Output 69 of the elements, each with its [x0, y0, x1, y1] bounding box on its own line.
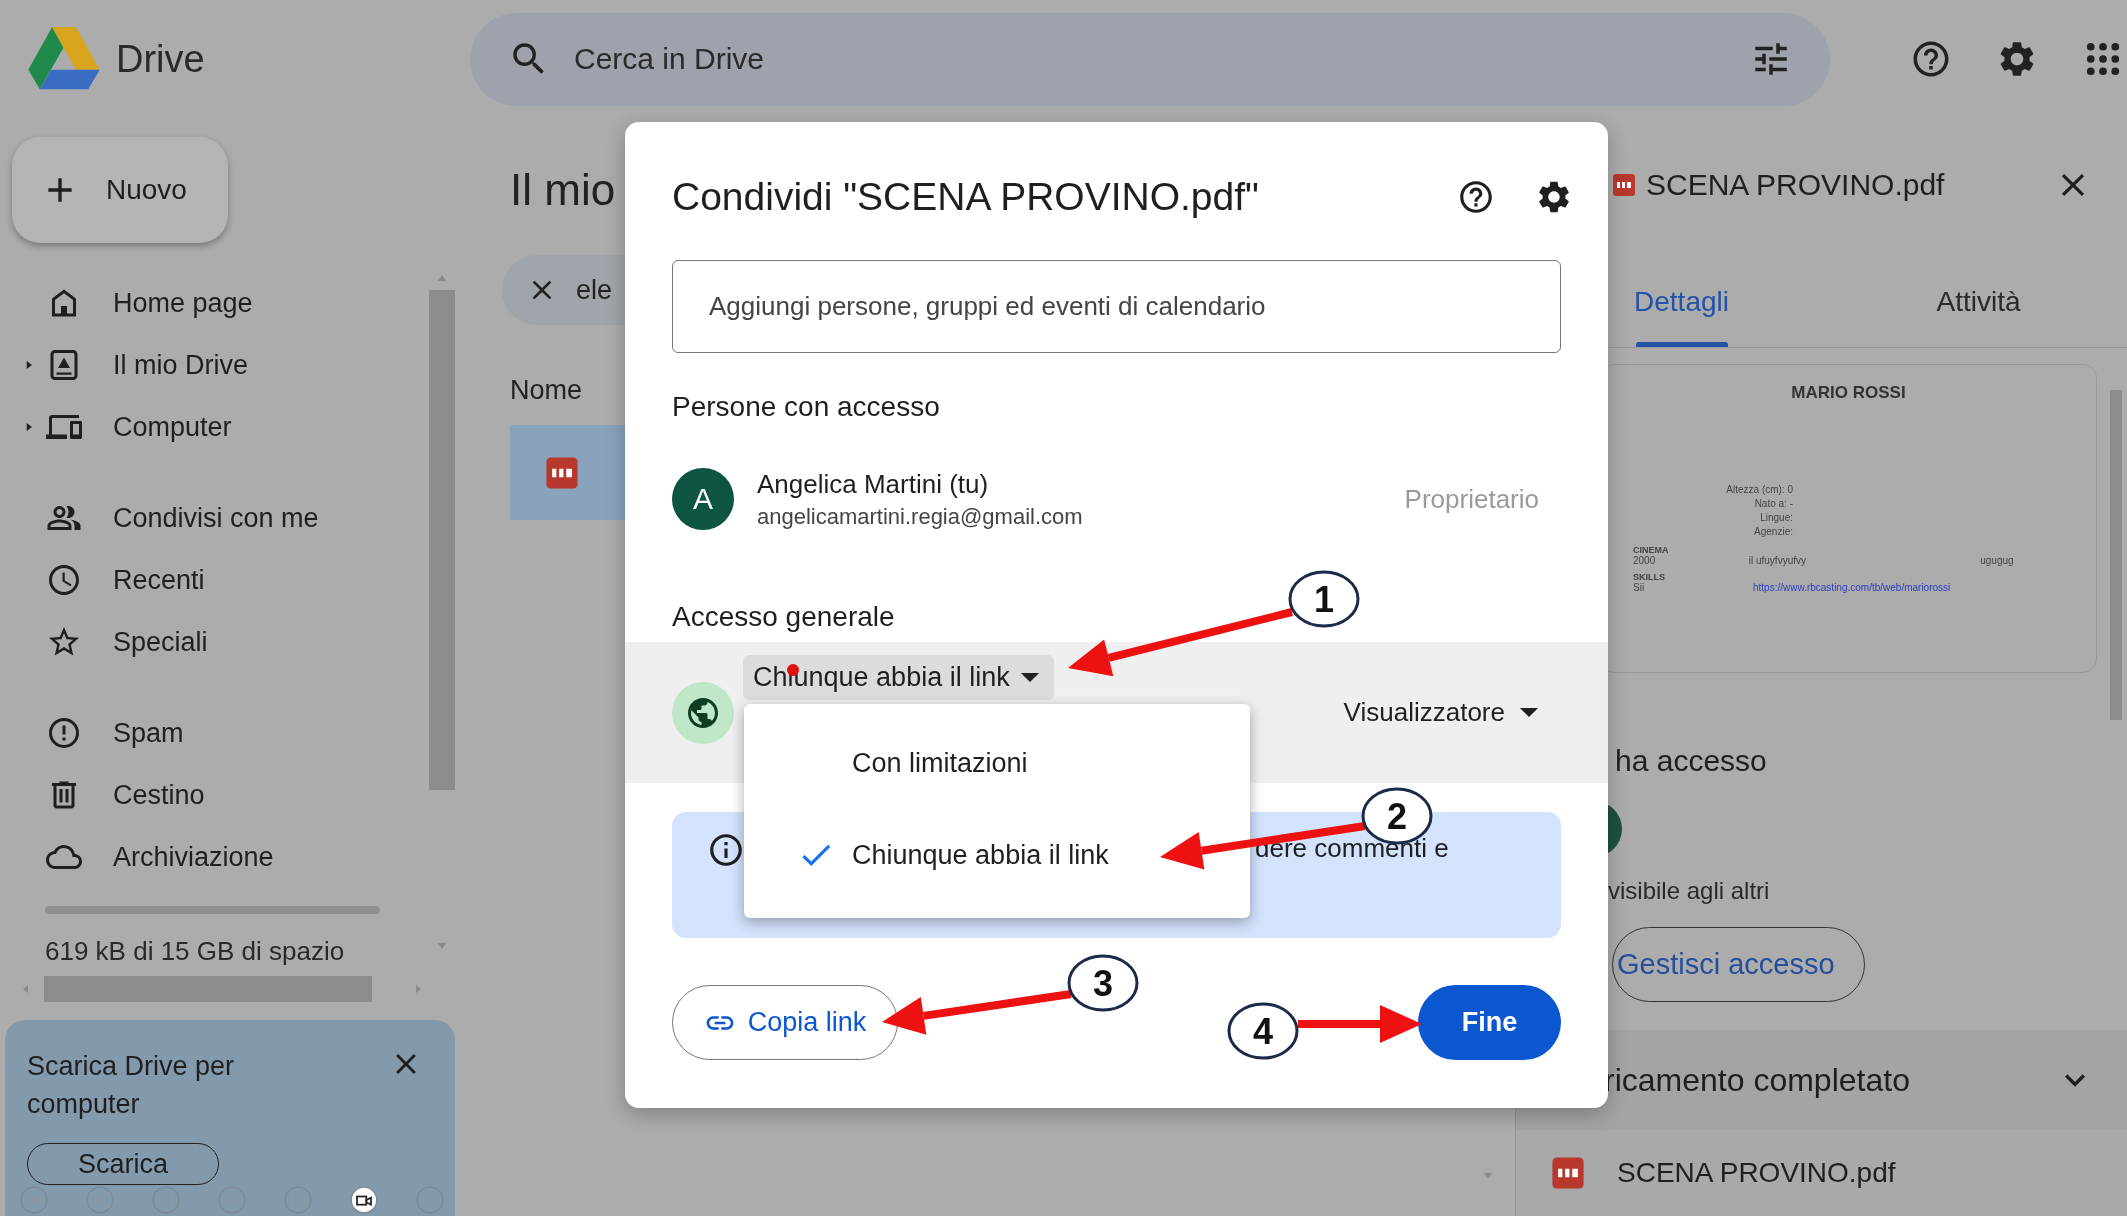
nav-item[interactable]: Home page — [46, 285, 253, 321]
document-field: Agenzie: — [1754, 525, 1793, 539]
alert-icon — [46, 715, 82, 751]
caret-icon — [1519, 707, 1539, 718]
nav-item[interactable]: Cestino — [46, 777, 205, 813]
banner-text: Scarica Drive per computer — [27, 1050, 236, 1121]
chip-label: ele — [576, 274, 613, 306]
document-cell: ugugug — [1980, 555, 2014, 566]
tab[interactable]: Attività — [1830, 260, 2127, 347]
nav-item[interactable]: Recenti — [46, 562, 205, 598]
document-cell: Sii — [1633, 582, 1645, 593]
storage-text: 619 kB di 15 GB di spazio — [45, 936, 346, 967]
layout-icon[interactable] — [152, 1186, 180, 1214]
pen-icon[interactable] — [86, 1186, 114, 1214]
help-icon[interactable] — [1457, 178, 1495, 216]
pdf-file-icon — [545, 455, 579, 490]
section-heading: CINEMA — [1633, 545, 1670, 555]
upload-row[interactable]: SCENA PROVINO.pdf — [1516, 1130, 2127, 1216]
avatar: A — [672, 468, 734, 530]
new-button[interactable]: Nuovo — [12, 137, 228, 243]
nav-item[interactable]: Spam — [46, 715, 184, 751]
person-name: Angelica Martini (tu) — [757, 468, 990, 500]
app-name: Drive — [116, 37, 205, 81]
scrollbar[interactable] — [429, 290, 455, 790]
section-heading: Accesso generale — [672, 600, 896, 634]
section-heading: SKILLS — [1633, 572, 1666, 582]
section-heading: ha accesso — [1615, 743, 1768, 779]
menu-item[interactable]: Con limitazioni — [744, 717, 1250, 809]
document-field: Nato a: - — [1754, 497, 1793, 511]
number-badge: 1 — [1288, 570, 1360, 628]
number-badge: 3 — [1067, 954, 1139, 1012]
nav-item[interactable]: Speciali — [46, 624, 208, 660]
drive-logo-icon[interactable] — [28, 27, 100, 91]
search-input[interactable]: Cerca in Drive — [572, 41, 1728, 77]
page-title: Il mio — [510, 166, 616, 214]
nav-item[interactable]: Condivisi con me — [46, 500, 319, 536]
info-icon — [707, 831, 745, 869]
document-field: Lingue: — [1760, 511, 1793, 525]
video-camera-icon[interactable] — [350, 1186, 378, 1214]
caret-icon — [1019, 672, 1040, 683]
nav-item[interactable]: Il mio Drive — [46, 347, 248, 383]
done-button[interactable]: Fine — [1418, 985, 1561, 1060]
menu-item[interactable]: Chiunque abbia il link — [744, 809, 1250, 901]
file-title: SCENA PROVINO.pdf — [1646, 168, 1946, 202]
nav-item[interactable]: Archiviazione — [46, 839, 274, 875]
person-role: Proprietario — [1404, 483, 1539, 515]
clock-icon — [46, 562, 82, 598]
marker-dot — [787, 664, 799, 676]
search-bar[interactable]: Cerca in Drive — [470, 12, 1830, 106]
visibility-note: visibile agli altri — [1608, 877, 1771, 905]
section-heading: Persone con accesso — [672, 390, 941, 424]
dialog-title: Condividi "SCENA PROVINO.pdf" — [672, 175, 1260, 219]
upload-status: ricamento completato — [1604, 1061, 1911, 1099]
access-dropdown[interactable]: Chiunque abbia il link — [743, 655, 1054, 700]
copy-link-button[interactable]: Copia link — [672, 985, 898, 1060]
role-dropdown[interactable]: Visualizzatore — [1343, 697, 1539, 728]
person-email: angelicamartini.regia@gmail.com — [757, 503, 1083, 530]
nav-item[interactable]: Computer — [46, 409, 232, 445]
document-cell: 2000 — [1633, 555, 1656, 566]
scrollbar[interactable] — [44, 976, 372, 1002]
document-cell: il ufuyfvyufvy — [1748, 555, 1806, 566]
document-field: Altezza (cm): 0 — [1726, 483, 1793, 497]
document-title: MARIO ROSSI — [1790, 383, 1907, 403]
play-icon[interactable] — [20, 1186, 48, 1214]
number-badge: 4 — [1227, 1002, 1299, 1060]
pdf-file-icon — [1551, 1156, 1585, 1190]
scrollbar[interactable] — [2110, 390, 2122, 720]
share-input-field[interactable]: Aggiungi persone, gruppi ed eventi di calendario — [672, 260, 1561, 353]
document-link[interactable]: https://www.rbcasting.com/tb/web/mariorossi — [1753, 582, 1951, 593]
